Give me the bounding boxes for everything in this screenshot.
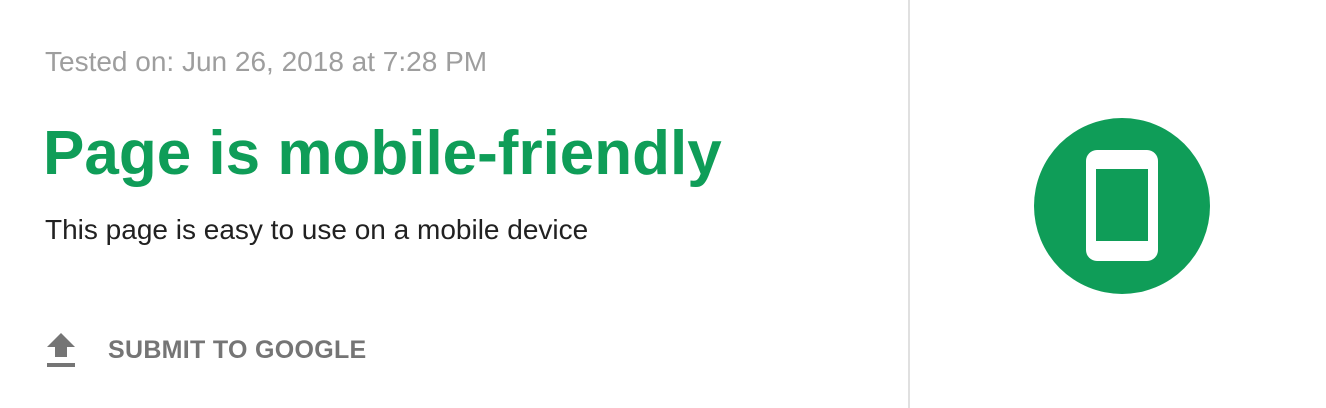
upload-icon xyxy=(44,326,90,374)
submit-to-google-label: SUBMIT TO GOOGLE xyxy=(108,335,367,364)
tested-on-timestamp: Tested on: Jun 26, 2018 at 7:28 PM xyxy=(45,46,488,77)
result-description: This page is easy to use on a mobile dev… xyxy=(45,214,589,245)
mobile-friendly-result-card: Tested on: Jun 26, 2018 at 7:28 PM Page … xyxy=(0,0,1326,408)
result-summary-panel: Tested on: Jun 26, 2018 at 7:28 PM Page … xyxy=(0,0,908,408)
submit-to-google-button[interactable]: SUBMIT TO GOOGLE xyxy=(44,326,367,374)
mobile-phone-icon xyxy=(1086,150,1158,261)
result-badge-panel xyxy=(910,0,1326,408)
result-title: Page is mobile-friendly xyxy=(43,119,722,188)
phone-screen xyxy=(1096,169,1148,241)
mobile-friendly-badge xyxy=(1034,118,1210,294)
